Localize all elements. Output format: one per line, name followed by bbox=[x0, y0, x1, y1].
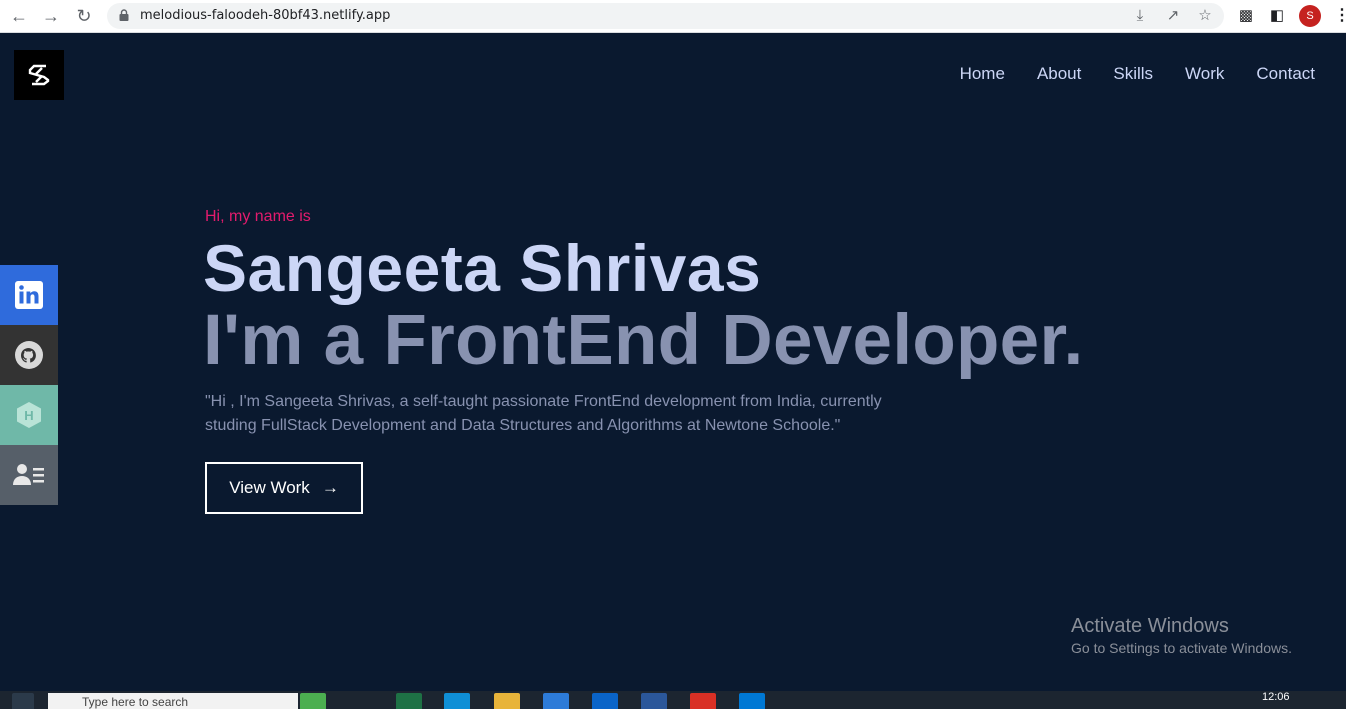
linkedin-link[interactable] bbox=[0, 265, 58, 325]
social-sidebar: H bbox=[0, 265, 58, 505]
github-link[interactable] bbox=[0, 325, 58, 385]
start-windows-icon[interactable] bbox=[12, 693, 34, 709]
share-icon[interactable]: ↗ bbox=[1164, 7, 1182, 25]
forward-arrow-icon[interactable]: → bbox=[40, 6, 62, 28]
nav-contact-link[interactable]: Contact bbox=[1256, 64, 1315, 84]
activate-windows-watermark: Activate Windows Go to Settings to activ… bbox=[1071, 614, 1292, 658]
chrome-icon[interactable] bbox=[690, 693, 716, 709]
taskbar-clock[interactable]: 12:06 bbox=[1262, 691, 1290, 703]
arrow-right-icon: → bbox=[321, 478, 339, 497]
reload-icon[interactable]: ↻ bbox=[73, 6, 95, 28]
nav-work-link[interactable]: Work bbox=[1185, 64, 1224, 84]
site-logo[interactable] bbox=[14, 50, 64, 100]
activate-subtitle: Go to Settings to activate Windows. bbox=[1071, 640, 1292, 656]
lock-icon bbox=[119, 9, 129, 21]
side-panel-icon[interactable]: ◧ bbox=[1267, 6, 1287, 26]
logo-s-icon bbox=[28, 64, 50, 86]
store-icon[interactable] bbox=[543, 693, 569, 709]
resume-link[interactable] bbox=[0, 445, 58, 505]
taskbar-search[interactable]: Type here to search bbox=[48, 693, 298, 709]
address-bar[interactable]: melodious-faloodeh-80bf43.netlify.app ⤓ … bbox=[107, 3, 1224, 29]
view-work-button[interactable]: View Work → bbox=[205, 462, 363, 514]
hero-role: I'm a FrontEnd Developer. bbox=[203, 301, 1084, 380]
more-menu-icon[interactable]: ⋮ bbox=[1334, 5, 1346, 27]
vscode-icon[interactable] bbox=[739, 693, 765, 709]
svg-text:H: H bbox=[24, 408, 33, 423]
nav-home-link[interactable]: Home bbox=[960, 64, 1005, 84]
main-nav: Home About Skills Work Contact bbox=[928, 64, 1315, 84]
windows-taskbar: Type here to search 12:06 bbox=[0, 691, 1346, 709]
mail-icon[interactable] bbox=[592, 693, 618, 709]
hackerrank-icon: H bbox=[17, 402, 41, 428]
word-icon[interactable] bbox=[641, 693, 667, 709]
app-icon[interactable] bbox=[300, 693, 326, 709]
extensions-puzzle-icon[interactable]: ▩ bbox=[1236, 6, 1256, 26]
greeting-text: Hi, my name is bbox=[205, 208, 311, 225]
edge-icon[interactable] bbox=[444, 693, 470, 709]
hackerrank-link[interactable]: H bbox=[0, 385, 58, 445]
view-work-label: View Work bbox=[229, 478, 310, 497]
profile-avatar[interactable]: S bbox=[1299, 5, 1321, 27]
file-explorer-icon[interactable] bbox=[494, 693, 520, 709]
nav-about-link[interactable]: About bbox=[1037, 64, 1081, 84]
install-app-icon[interactable]: ⤓ bbox=[1131, 7, 1149, 25]
hero-name: Sangeeta Shrivas bbox=[203, 231, 762, 305]
url-text: melodious-faloodeh-80bf43.netlify.app bbox=[140, 8, 391, 23]
hero-bio: "Hi , I'm Sangeeta Shrivas, a self-taugh… bbox=[205, 393, 882, 434]
excel-icon[interactable] bbox=[396, 693, 422, 709]
activate-title: Activate Windows bbox=[1071, 615, 1229, 637]
browser-toolbar: ← → ↻ melodious-faloodeh-80bf43.netlify.… bbox=[0, 0, 1346, 33]
bookmark-star-icon[interactable]: ☆ bbox=[1196, 7, 1214, 25]
linkedin-icon bbox=[15, 281, 43, 309]
resume-icon bbox=[13, 464, 44, 485]
github-icon bbox=[15, 341, 43, 369]
back-arrow-icon[interactable]: ← bbox=[8, 6, 30, 28]
nav-skills-link[interactable]: Skills bbox=[1113, 64, 1153, 84]
